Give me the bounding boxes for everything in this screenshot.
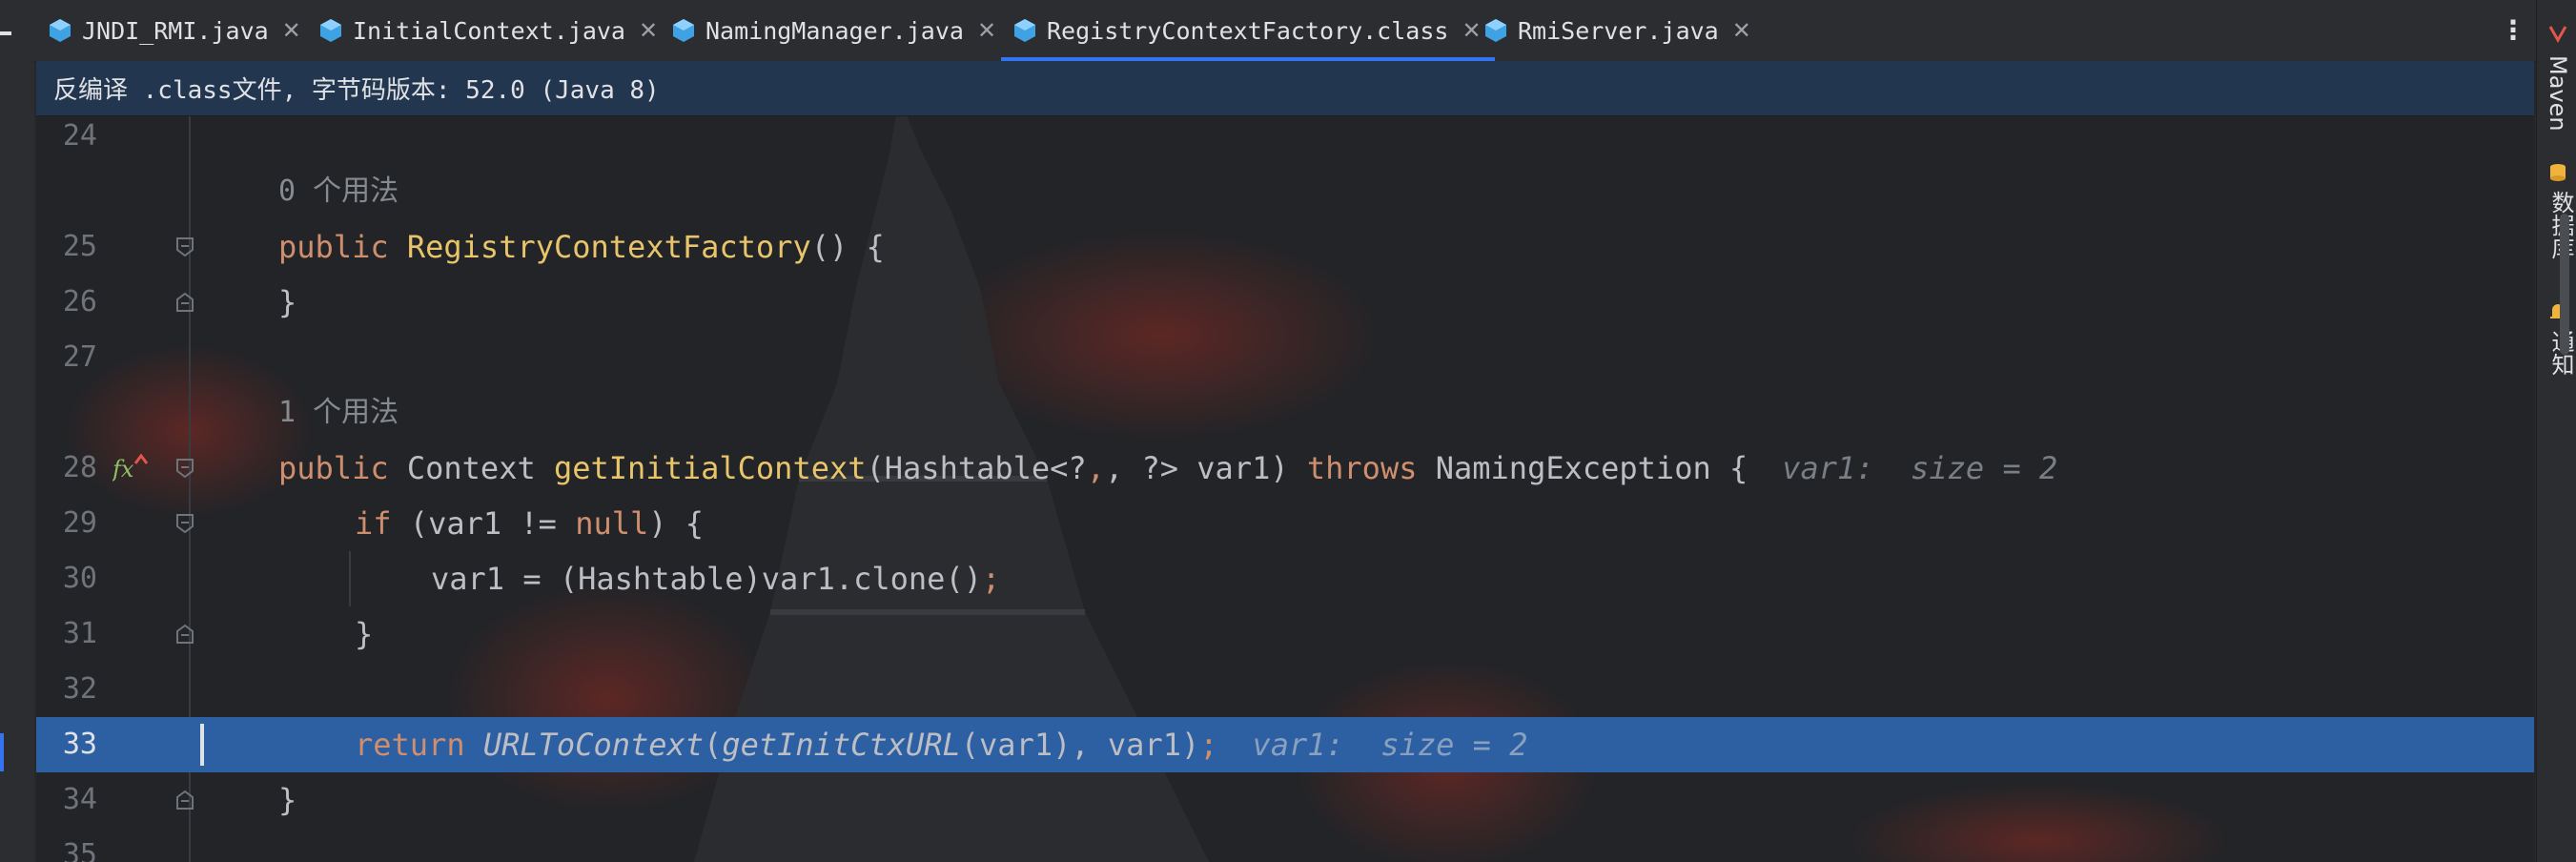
svg-text:fx: fx [112, 456, 134, 482]
line-number: 24 [62, 119, 97, 153]
code-line-26: 26 } [36, 275, 2534, 330]
database-icon [2550, 164, 2566, 181]
code-text: } [278, 284, 297, 320]
close-icon[interactable]: ✕ [1462, 17, 1481, 44]
tab-jndi-rmi[interactable]: JNDI_RMI.java ✕ [48, 0, 301, 61]
usage-hint[interactable]: 1 个用法 [278, 385, 399, 441]
java-class-icon [1485, 19, 1506, 42]
line-number: 29 [62, 506, 97, 540]
line-number: 34 [62, 783, 97, 816]
java-class-icon [50, 19, 71, 42]
code-text: if (var1 != null) { [355, 505, 705, 542]
line-number: 31 [62, 617, 97, 650]
line-number: 26 [62, 285, 97, 318]
line-number: 35 [62, 838, 97, 862]
tab-label: RmiServer.java [1518, 16, 1719, 45]
line-number: 30 [62, 562, 97, 595]
code-line-27: 27 [36, 330, 2534, 385]
code-text: public RegistryContextFactory() { [278, 229, 885, 265]
fold-end-icon[interactable] [175, 292, 194, 313]
left-tool-strip [0, 61, 34, 862]
code-line-30: 30 var1 = (Hashtable)var1.clone(); [36, 551, 2534, 606]
left-strip-marker [0, 733, 4, 771]
tab-bar-left-marker [0, 31, 11, 35]
code-line-32: 32 [36, 662, 2534, 717]
banner-text: 反编译 .class文件, 字节码版本: 52.0 (Java 8) [53, 76, 660, 105]
maven-icon [2548, 26, 2567, 44]
fold-icon[interactable] [175, 236, 194, 257]
fold-end-icon[interactable] [175, 790, 194, 811]
decompiled-class-banner: 反编译 .class文件, 字节码版本: 52.0 (Java 8) [36, 61, 2534, 116]
code-line-25: 25 public RegistryContextFactory() { [36, 219, 2534, 275]
tab-naming-manager[interactable]: NamingManager.java ✕ [671, 0, 996, 61]
close-icon[interactable]: ✕ [1732, 17, 1751, 44]
editor-scrollbar-thumb[interactable] [2560, 214, 2569, 355]
close-icon[interactable]: ✕ [282, 17, 301, 44]
close-icon[interactable]: ✕ [977, 17, 996, 44]
line-number: 32 [62, 672, 97, 706]
code-line-35: 35 [36, 828, 2534, 862]
indent-guide [349, 551, 351, 606]
line-number: 28 [62, 451, 97, 484]
code-line-28: 28 fx public Context getInitialContext(H… [36, 441, 2534, 496]
code-line-34: 34 } [36, 772, 2534, 828]
line-number: 33 [62, 728, 97, 761]
editor-tab-bar: JNDI_RMI.java ✕ InitialContext.java ✕ Na… [0, 0, 2536, 62]
code-line-29: 29 if (var1 != null) { [36, 496, 2534, 551]
line-number: 27 [62, 340, 97, 374]
code-text: return URLToContext(getInitCtxURL(var1),… [355, 727, 1528, 763]
tab-label: NamingManager.java [705, 16, 964, 45]
fold-icon[interactable] [175, 513, 194, 534]
java-class-icon [673, 19, 694, 42]
tab-rmi-server[interactable]: RmiServer.java ✕ [1483, 0, 1751, 61]
tab-label: JNDI_RMI.java [82, 16, 269, 45]
usage-hint[interactable]: 0 个用法 [278, 164, 399, 219]
maven-tool-button[interactable]: Maven [2545, 55, 2571, 132]
code-editor[interactable]: 24 0 个用法 25 public RegistryContextFactor… [36, 116, 2534, 862]
inline-debug-value: var1: size = 2 [1782, 450, 2058, 486]
code-text: } [355, 616, 374, 652]
more-options-icon[interactable]: ⋮ [2500, 17, 2526, 44]
close-icon[interactable]: ✕ [639, 17, 658, 44]
method-implementation-icon[interactable]: fx [112, 452, 149, 484]
fold-end-icon[interactable] [175, 624, 194, 645]
fold-icon[interactable] [175, 458, 194, 479]
code-text: var1 = (Hashtable)var1.clone(); [431, 561, 1001, 597]
inline-debug-value: var1: size = 2 [1252, 727, 1528, 763]
code-text: public Context getInitialContext(Hashtab… [278, 450, 2058, 486]
line-number: 25 [62, 230, 97, 263]
tab-initial-context[interactable]: InitialContext.java ✕ [318, 0, 658, 61]
java-class-icon [1014, 19, 1035, 42]
text-caret [200, 724, 204, 766]
tab-label: InitialContext.java [353, 16, 625, 45]
java-class-icon [320, 19, 341, 42]
tab-registry-context-factory[interactable]: RegistryContextFactory.class ✕ [1001, 0, 1495, 61]
code-line-31: 31 } [36, 606, 2534, 662]
right-tool-window-strip: Maven 数据库 通知 [2536, 0, 2576, 862]
code-line-24: 24 [36, 116, 2534, 164]
code-line-33-current: 33 return URLToContext(getInitCtxURL(var… [36, 717, 2534, 772]
tab-label: RegistryContextFactory.class [1047, 16, 1449, 45]
code-text: } [278, 782, 297, 818]
